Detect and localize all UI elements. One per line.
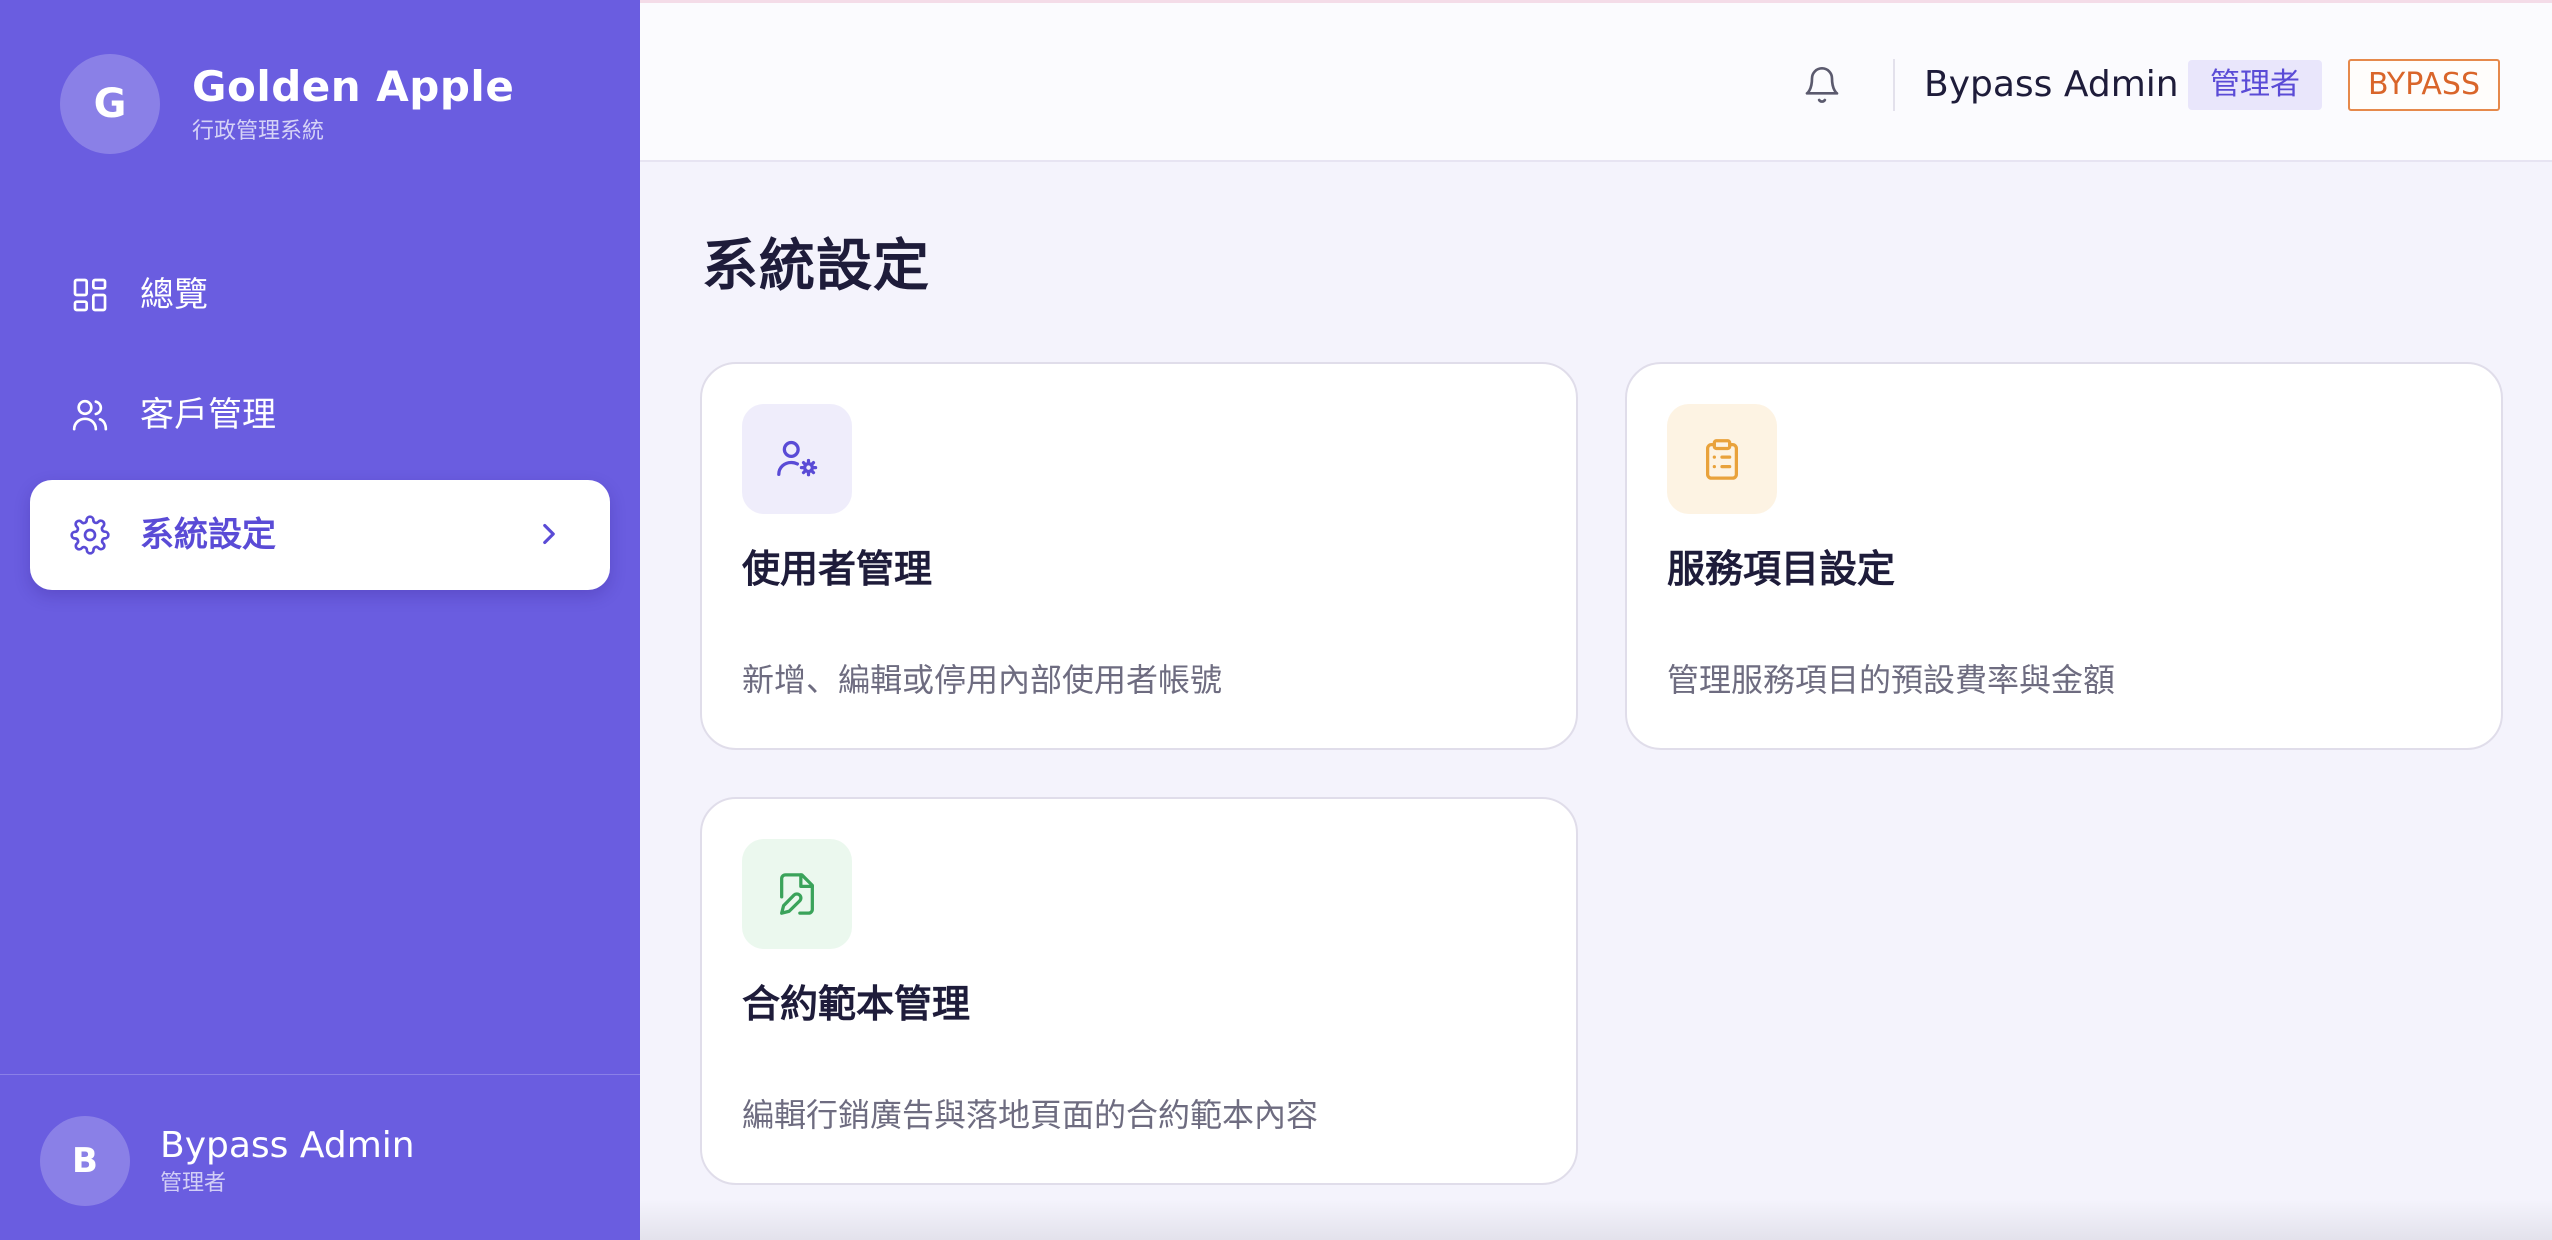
brand-avatar: G <box>60 54 160 154</box>
sidebar-user-text: Bypass Admin 管理者 <box>160 1124 415 1198</box>
brand-text: Golden Apple 行政管理系統 <box>192 61 514 147</box>
page-title: 系統設定 <box>702 234 930 299</box>
card-icon-container <box>742 839 852 949</box>
sidebar-user: B Bypass Admin 管理者 <box>40 1116 415 1206</box>
role-badge: 管理者 <box>2188 60 2322 110</box>
topbar-user-name: Bypass Admin <box>1924 64 2179 105</box>
card-description: 新增、編輯或停用內部使用者帳號 <box>742 661 1223 699</box>
dashboard-icon <box>70 275 110 315</box>
topbar-divider <box>1893 59 1895 111</box>
card-title: 服務項目設定 <box>1667 547 1896 591</box>
file-edit-icon <box>780 873 814 915</box>
card-title: 合約範本管理 <box>742 982 971 1026</box>
settings-card-user-management[interactable]: 使用者管理 新增、編輯或停用內部使用者帳號 <box>700 362 1578 750</box>
sidebar: G Golden Apple 行政管理系統 總覽 客戶管理 系統設定 B Byp… <box>0 0 640 1240</box>
bell-icon[interactable] <box>1802 65 1842 105</box>
users-icon <box>70 395 110 435</box>
user-gear-icon <box>777 440 818 477</box>
sidebar-item-label: 總覽 <box>140 275 208 315</box>
card-description: 編輯行銷廣告與落地頁面的合約範本內容 <box>742 1096 1319 1134</box>
sidebar-item-settings[interactable]: 系統設定 <box>30 480 610 590</box>
brand: G Golden Apple 行政管理系統 <box>60 54 514 154</box>
card-icon-container <box>1667 404 1777 514</box>
sidebar-divider <box>0 1074 640 1075</box>
sidebar-user-name: Bypass Admin <box>160 1125 415 1166</box>
settings-card-service-items[interactable]: 服務項目設定 管理服務項目的預設費率與金額 <box>1625 362 2503 750</box>
sidebar-user-role: 管理者 <box>160 1171 227 1196</box>
clipboard-list-icon <box>1705 439 1739 480</box>
card-title: 使用者管理 <box>742 547 933 591</box>
sidebar-item-overview[interactable]: 總覽 <box>30 240 610 350</box>
mode-badge: BYPASS <box>2348 59 2500 111</box>
app-root: G Golden Apple 行政管理系統 總覽 客戶管理 系統設定 B Byp… <box>0 0 2552 1240</box>
brand-name: Golden Apple <box>192 62 515 111</box>
settings-card-contract-templates[interactable]: 合約範本管理 編輯行銷廣告與落地頁面的合約範本內容 <box>700 797 1578 1185</box>
brand-subtitle: 行政管理系統 <box>192 119 325 144</box>
topbar: Bypass Admin 管理者 BYPASS <box>640 0 2552 162</box>
sidebar-item-label: 系統設定 <box>140 515 276 555</box>
gear-icon <box>70 515 110 555</box>
chevron-right-icon <box>543 523 555 545</box>
sidebar-nav: 總覽 客戶管理 系統設定 <box>30 240 610 600</box>
sidebar-item-customers[interactable]: 客戶管理 <box>30 360 610 470</box>
avatar: B <box>40 1116 130 1206</box>
card-description: 管理服務項目的預設費率與金額 <box>1667 661 2116 699</box>
sidebar-item-label: 客戶管理 <box>140 395 276 435</box>
scroll-fade <box>640 1200 2552 1240</box>
main-content: Bypass Admin 管理者 BYPASS 系統設定 使用者管理 新增、編輯… <box>640 0 2552 1240</box>
card-icon-container <box>742 404 852 514</box>
